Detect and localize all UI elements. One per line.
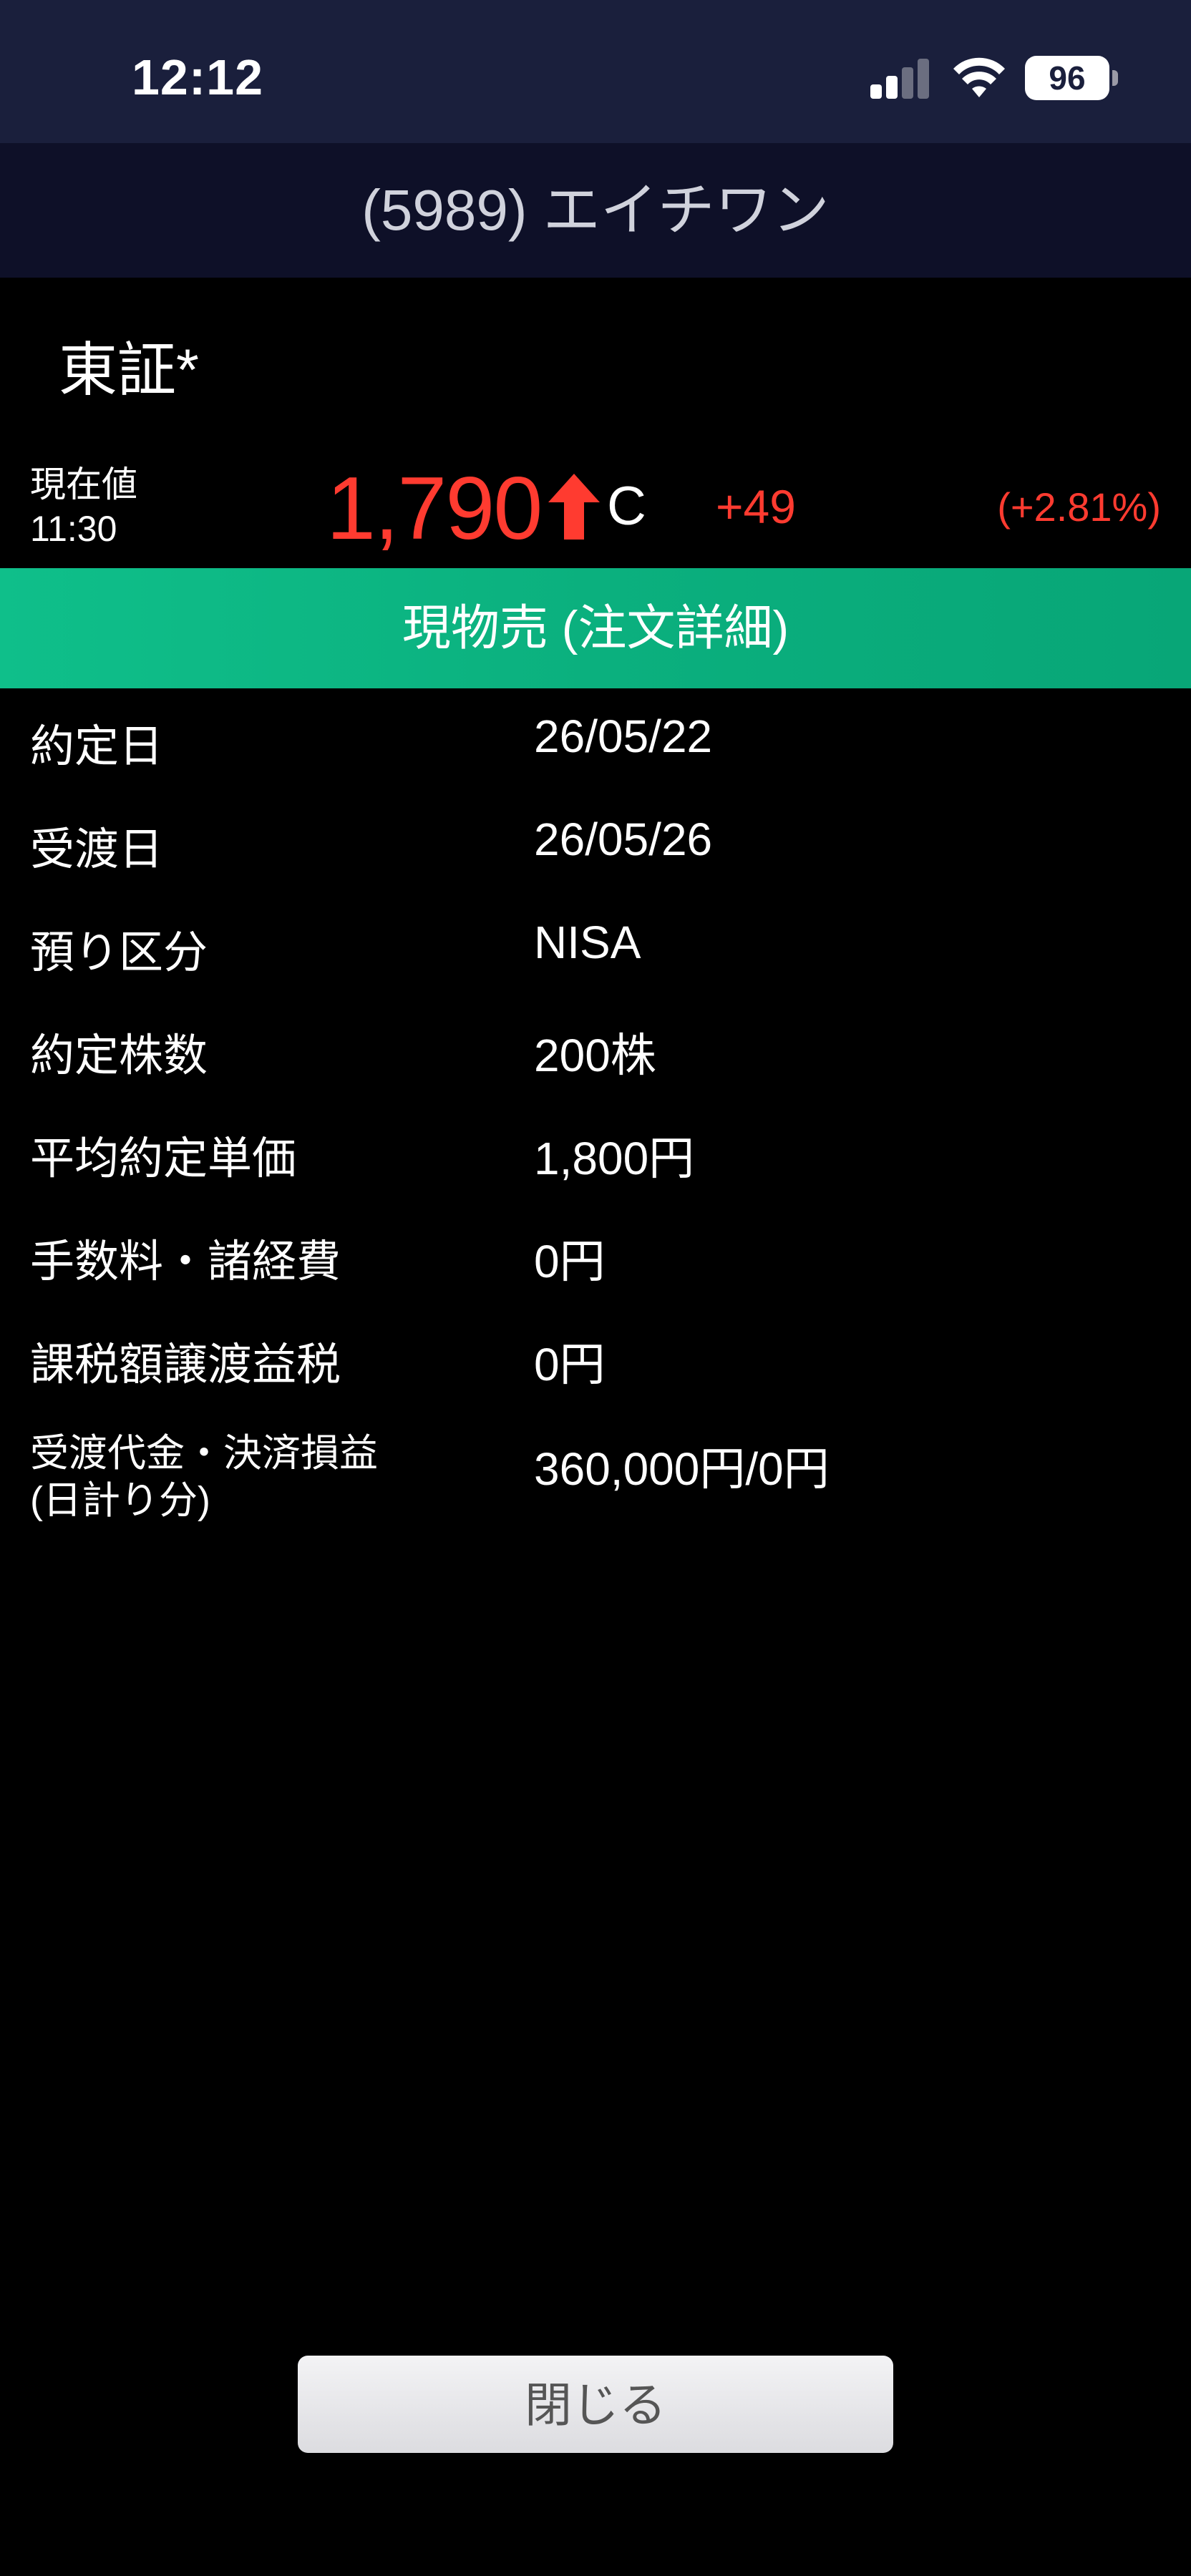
title-bar: (5989) エイチワン: [0, 143, 1191, 278]
current-price-caption: 現在値: [30, 464, 137, 504]
detail-label: 手数料・諸経費: [30, 1237, 341, 1287]
detail-label: 受渡代金・決済損益 (日計り分): [30, 1432, 378, 1522]
detail-value: 26/05/22: [534, 711, 713, 762]
detail-value: 360,000円/0円: [534, 1443, 830, 1495]
detail-value: 0円: [534, 1236, 606, 1287]
current-price-time: 11:30: [30, 509, 117, 549]
detail-label: 平均約定単価: [30, 1134, 297, 1184]
detail-value: 200株: [534, 1030, 656, 1081]
price-flag: C: [607, 476, 646, 537]
detail-value: 1,800円: [534, 1133, 695, 1184]
battery-cap: [1112, 70, 1118, 86]
wifi-icon: [953, 57, 1005, 97]
order-detail-header: 現物売 (注文詳細): [0, 568, 1191, 688]
price-change-percent: (+2.81%): [997, 484, 1161, 530]
close-button[interactable]: 閉じる: [298, 2356, 893, 2453]
page-title: (5989) エイチワン: [361, 178, 830, 242]
detail-label: 約定株数: [30, 1031, 208, 1080]
status-time: 12:12: [132, 49, 264, 105]
order-detail-title: 現物売 (注文詳細): [402, 601, 789, 655]
current-price-label: 現在値 11:30: [30, 462, 137, 551]
detail-label: 約定日: [30, 722, 164, 771]
detail-value: 0円: [534, 1339, 606, 1390]
status-bar: 12:12 96: [0, 0, 1191, 143]
price-change: +49: [716, 480, 796, 533]
detail-label: 課税額譲渡益税: [30, 1340, 341, 1390]
detail-label: 預り区分: [30, 928, 208, 977]
battery-indicator: 96: [1025, 56, 1109, 100]
detail-value: 26/05/26: [534, 814, 713, 865]
cellular-signal-icon: [870, 59, 930, 99]
market-label: 東証*: [59, 338, 199, 403]
up-arrow-icon: [548, 474, 600, 540]
detail-value: NISA: [534, 917, 641, 968]
current-price-value: 1,790: [326, 459, 543, 558]
detail-label: 受渡日: [30, 825, 164, 874]
